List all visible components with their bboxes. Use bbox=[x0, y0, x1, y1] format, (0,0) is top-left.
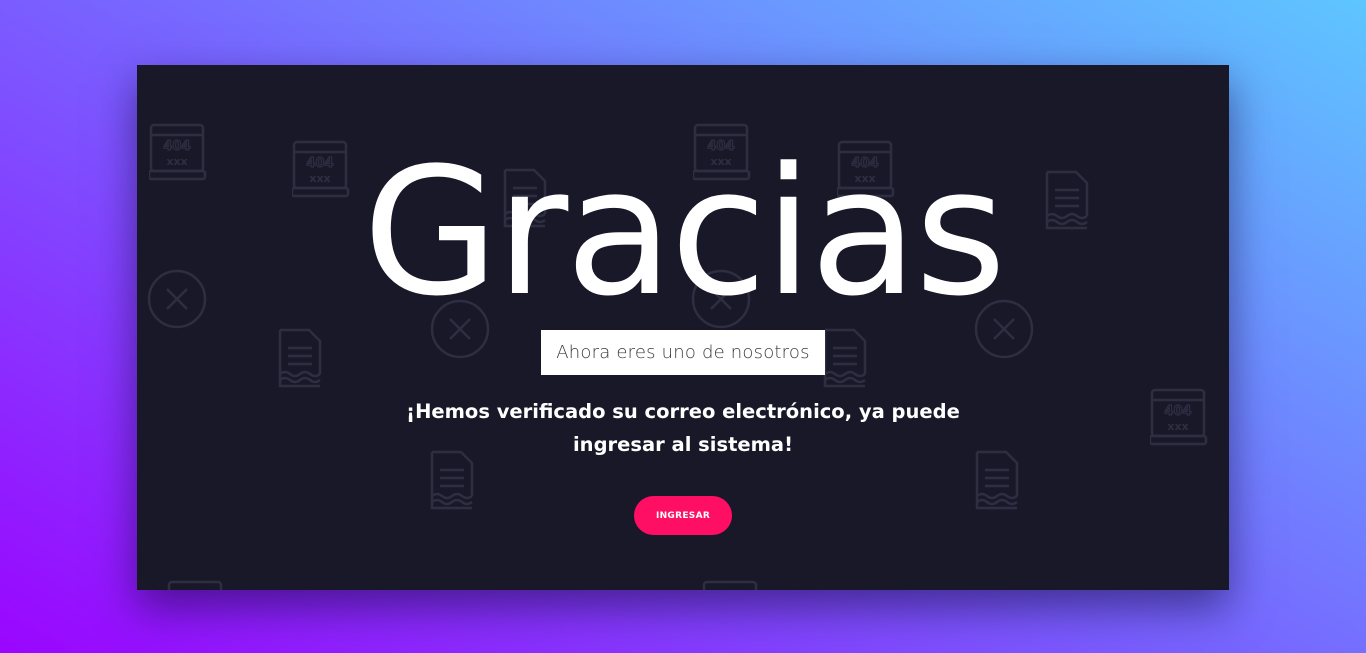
subtitle-banner: Ahora eres uno de nosotros bbox=[541, 330, 825, 375]
error-404-icon bbox=[167, 580, 225, 590]
login-button[interactable]: INGRESAR bbox=[634, 496, 732, 535]
subtitle-text: Ahora eres uno de nosotros bbox=[556, 342, 810, 363]
error-404-icon bbox=[702, 580, 760, 590]
page-title: Gracias bbox=[362, 130, 1007, 335]
error-404-icon-subtext: xxx bbox=[1167, 420, 1188, 433]
thank-you-card: 404 xxx 404 xxx 404 xxx 404 xxx 404 xxx … bbox=[137, 65, 1229, 590]
document-icon bbox=[277, 328, 323, 390]
verification-message: ¡Hemos verificado su correo electrónico,… bbox=[406, 400, 960, 456]
document-icon bbox=[822, 328, 868, 390]
error-404-icon: 404 xxx bbox=[1150, 388, 1208, 448]
error-404-icon-text: 404 bbox=[1164, 404, 1191, 419]
